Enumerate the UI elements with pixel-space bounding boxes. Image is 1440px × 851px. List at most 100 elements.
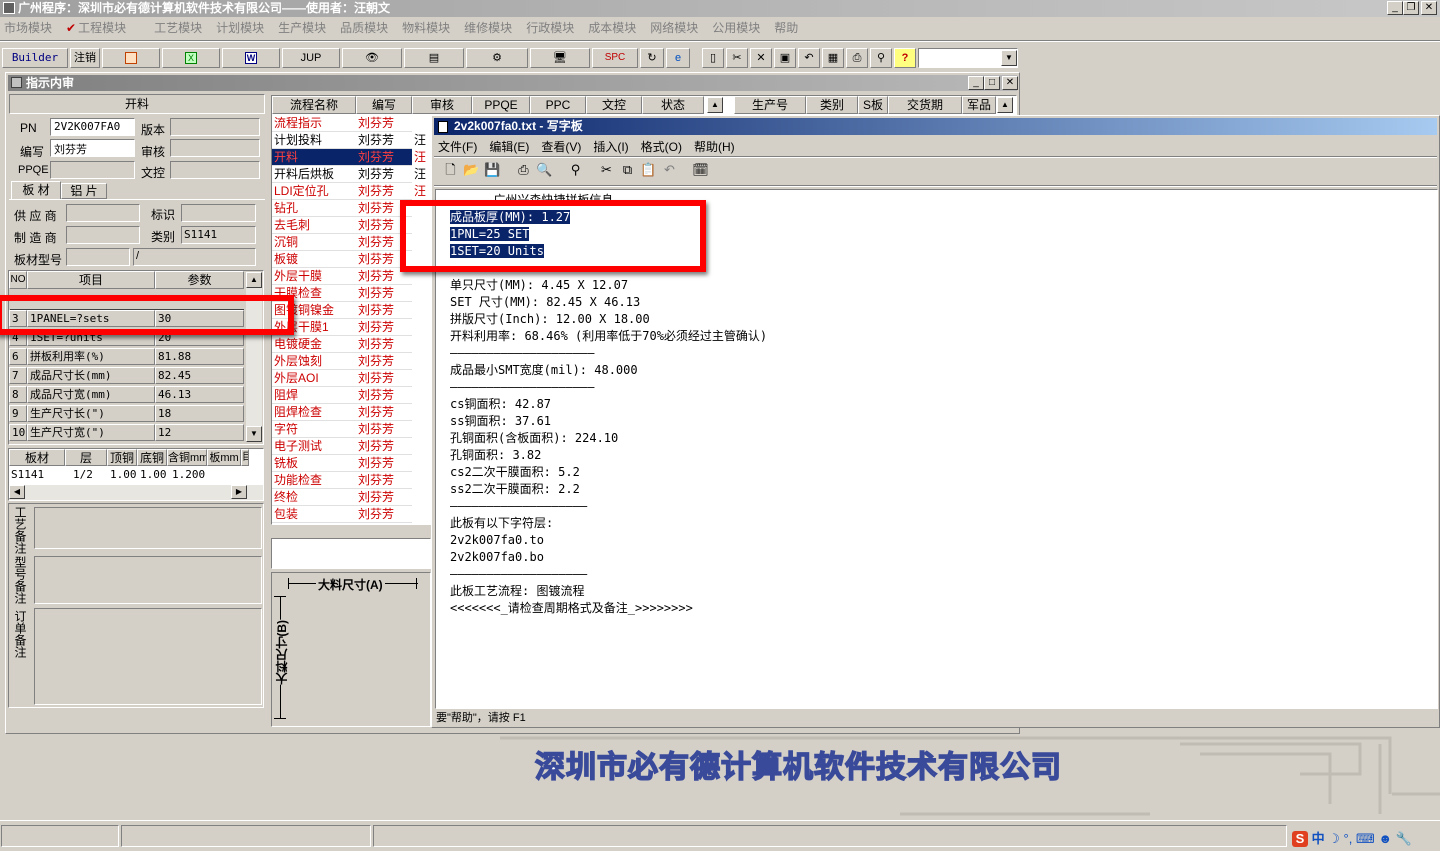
jup-button[interactable]: JUP: [282, 48, 340, 68]
menu-admin[interactable]: 行政模块: [526, 19, 574, 36]
flow-cell-author[interactable]: 刘芬芳: [356, 319, 412, 336]
review-minimize-button[interactable]: _: [968, 76, 984, 90]
scroll-down-icon[interactable]: ▼: [246, 426, 262, 442]
eye-icon[interactable]: 👁: [342, 48, 402, 68]
internet-icon[interactable]: e: [666, 48, 690, 68]
flow-cell-name[interactable]: 沉铜: [272, 234, 356, 251]
flow-cell-author[interactable]: 刘芬芳: [356, 115, 412, 132]
flow-cell-author[interactable]: 刘芬芳: [356, 438, 412, 455]
wp-undo-icon[interactable]: ↶: [659, 162, 680, 178]
network-icon[interactable]: ⚙: [466, 48, 528, 68]
flow-row[interactable]: 字符 刘芬芳: [272, 421, 432, 438]
flow-row[interactable]: 外层AOI 刘芬芳: [272, 370, 432, 387]
flow-row[interactable]: 包装 刘芬芳: [272, 506, 432, 523]
flow-cell-name[interactable]: 电镀硬金: [272, 336, 356, 353]
flow-cell-name[interactable]: 去毛刺: [272, 217, 356, 234]
flow-cell-author[interactable]: 刘芬芳: [356, 336, 412, 353]
model-notes-field[interactable]: [34, 556, 262, 604]
undo-icon[interactable]: ↶: [798, 48, 820, 68]
flow-row[interactable]: 电镀硬金 刘芬芳: [272, 336, 432, 353]
flow-cell-author[interactable]: 刘芬芳: [356, 302, 412, 319]
flow-cell-name[interactable]: 流程指示: [272, 115, 356, 132]
flow-cell-author[interactable]: 刘芬芳: [356, 149, 412, 166]
flow-cell-audit[interactable]: 汪: [412, 183, 432, 200]
right-scroll-up-icon[interactable]: ▲: [997, 97, 1013, 113]
wp-menu-view[interactable]: 查看(V): [541, 140, 581, 154]
logout-button[interactable]: 注销: [70, 48, 100, 68]
ime-toolbar[interactable]: S 中 ☽ °, ⌨ ☻ 🔧: [1292, 828, 1412, 847]
save-icon[interactable]: ▣: [774, 48, 796, 68]
flow-cell-audit[interactable]: [412, 438, 432, 455]
dimension-input[interactable]: [271, 538, 431, 569]
params-cell-value[interactable]: 46.13: [155, 386, 244, 403]
flow-cell-audit[interactable]: [412, 455, 432, 472]
flow-cell-name[interactable]: 钻孔: [272, 200, 356, 217]
new-icon[interactable]: ▯: [702, 48, 724, 68]
flow-row[interactable]: 外层蚀刻 刘芬芳: [272, 353, 432, 370]
flow-cell-audit[interactable]: 汪: [412, 132, 432, 149]
flow-cell-audit[interactable]: [412, 370, 432, 387]
version-field[interactable]: [170, 118, 260, 136]
menu-cost[interactable]: 成本模块: [588, 19, 636, 36]
ppqe-field[interactable]: [50, 161, 135, 179]
params-cell-item[interactable]: 生产尺寸宽("): [27, 424, 155, 441]
menu-public[interactable]: 公用模块: [712, 19, 760, 36]
wp-menu-format[interactable]: 格式(O): [641, 140, 682, 154]
review-close-button[interactable]: ✕: [1002, 76, 1018, 90]
flow-cell-author[interactable]: 刘芬芳: [356, 285, 412, 302]
wp-paste-icon[interactable]: 📋: [638, 162, 659, 178]
database-icon[interactable]: ▤: [404, 48, 464, 68]
wp-menu-help[interactable]: 帮助(H): [694, 140, 735, 154]
flow-cell-name[interactable]: 外层AOI: [272, 370, 356, 387]
flow-cell-name[interactable]: 电子测试: [272, 438, 356, 455]
flow-cell-author[interactable]: 刘芬芳: [356, 387, 412, 404]
flow-cell-author[interactable]: 刘芬芳: [356, 166, 412, 183]
scroll-right-icon[interactable]: ▶: [231, 485, 247, 499]
flow-cell-audit[interactable]: [412, 421, 432, 438]
doc-field[interactable]: [170, 161, 260, 179]
wp-open-icon[interactable]: 📂: [461, 162, 482, 178]
minimize-button[interactable]: _: [1387, 1, 1403, 15]
order-notes-field[interactable]: [34, 608, 262, 705]
model-field-1[interactable]: [66, 248, 130, 266]
flow-cell-audit[interactable]: [412, 387, 432, 404]
flow-cell-author[interactable]: 刘芬芳: [356, 353, 412, 370]
preview-icon[interactable]: ▦: [822, 48, 844, 68]
wp-copy-icon[interactable]: ⧉: [617, 162, 638, 178]
flow-cell-author[interactable]: 刘芬芳: [356, 489, 412, 506]
mark-field[interactable]: [181, 204, 256, 222]
wp-find-icon[interactable]: ⚲: [565, 162, 586, 178]
wp-preview-icon[interactable]: 🔍: [534, 162, 555, 178]
sheet-cell-topcu[interactable]: 1.00: [108, 467, 138, 484]
flow-cell-name[interactable]: 板镀: [272, 251, 356, 268]
flow-cell-author[interactable]: 刘芬芳: [356, 506, 412, 523]
menu-engineering[interactable]: 工程模块: [78, 19, 126, 36]
params-cell-item[interactable]: 生产尺寸长("): [27, 405, 155, 422]
wp-menu-file[interactable]: 文件(F): [438, 140, 477, 154]
menu-material[interactable]: 物料模块: [402, 19, 450, 36]
wp-save-icon[interactable]: 💾: [482, 162, 503, 178]
scroll-up-icon[interactable]: ▲: [246, 272, 262, 288]
menu-help[interactable]: 帮助: [774, 19, 798, 36]
flow-cell-audit[interactable]: [412, 472, 432, 489]
wp-menu-edit[interactable]: 编辑(E): [489, 140, 529, 154]
flow-row[interactable]: 阻焊检查 刘芬芳: [272, 404, 432, 421]
flow-cell-audit[interactable]: [412, 489, 432, 506]
keyboard-icon[interactable]: ⌨: [1356, 831, 1375, 846]
flow-scroll-up-icon[interactable]: ▲: [707, 97, 723, 113]
cut-icon[interactable]: ✂: [726, 48, 748, 68]
flow-cell-audit[interactable]: [412, 302, 432, 319]
print-icon[interactable]: ⎙: [846, 48, 868, 68]
supplier-field[interactable]: [66, 204, 140, 222]
params-cell-item[interactable]: 拼板利用率(%): [27, 348, 155, 365]
flow-row[interactable]: 铣板 刘芬芳: [272, 455, 432, 472]
help-icon[interactable]: ?: [894, 48, 916, 68]
sheet-cell-material[interactable]: S1141: [9, 467, 65, 484]
params-cell-item[interactable]: 成品尺寸长(mm): [27, 367, 155, 384]
delete-icon[interactable]: ✕: [750, 48, 772, 68]
wp-menu-insert[interactable]: 插入(I): [593, 140, 628, 154]
flow-cell-name[interactable]: 字符: [272, 421, 356, 438]
flow-row[interactable]: 开料 刘芬芳汪: [272, 149, 432, 166]
wp-cut-icon[interactable]: ✂: [596, 162, 617, 178]
flow-cell-author[interactable]: 刘芬芳: [356, 183, 412, 200]
